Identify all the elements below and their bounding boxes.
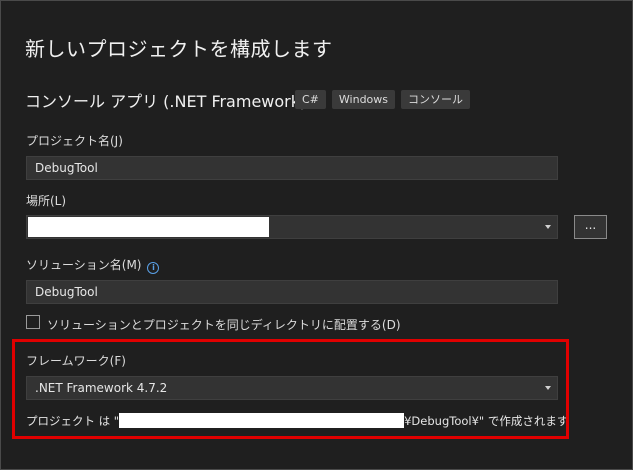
info-icon[interactable]: i bbox=[147, 262, 160, 274]
page-title: 新しいプロジェクトを構成します bbox=[25, 37, 333, 61]
highlight-box bbox=[12, 339, 569, 439]
template-tags: C# Windows コンソール bbox=[295, 90, 471, 109]
redacted-location-path bbox=[28, 217, 269, 237]
template-name: コンソール アプリ (.NET Framework) bbox=[25, 92, 307, 111]
browse-button[interactable]: ... bbox=[574, 215, 607, 239]
configure-project-dialog: 新しいプロジェクトを構成します コンソール アプリ (.NET Framewor… bbox=[0, 0, 633, 470]
solution-name-label-row: ソリューション名(M) i bbox=[26, 256, 160, 274]
project-name-input[interactable]: DebugTool bbox=[26, 156, 558, 180]
project-name-label: プロジェクト名(J) bbox=[26, 134, 123, 148]
same-directory-label: ソリューションとプロジェクトを同じディレクトリに配置する(D) bbox=[47, 318, 401, 332]
chevron-down-icon bbox=[545, 225, 551, 229]
solution-name-input[interactable]: DebugTool bbox=[26, 280, 558, 304]
same-directory-checkbox[interactable] bbox=[26, 315, 40, 329]
tag-platform: Windows bbox=[331, 90, 396, 109]
tag-type: コンソール bbox=[401, 90, 471, 109]
solution-name-label: ソリューション名(M) bbox=[26, 258, 142, 272]
tag-language: C# bbox=[295, 90, 326, 109]
location-select[interactable] bbox=[26, 215, 558, 239]
location-label: 場所(L) bbox=[26, 194, 67, 208]
